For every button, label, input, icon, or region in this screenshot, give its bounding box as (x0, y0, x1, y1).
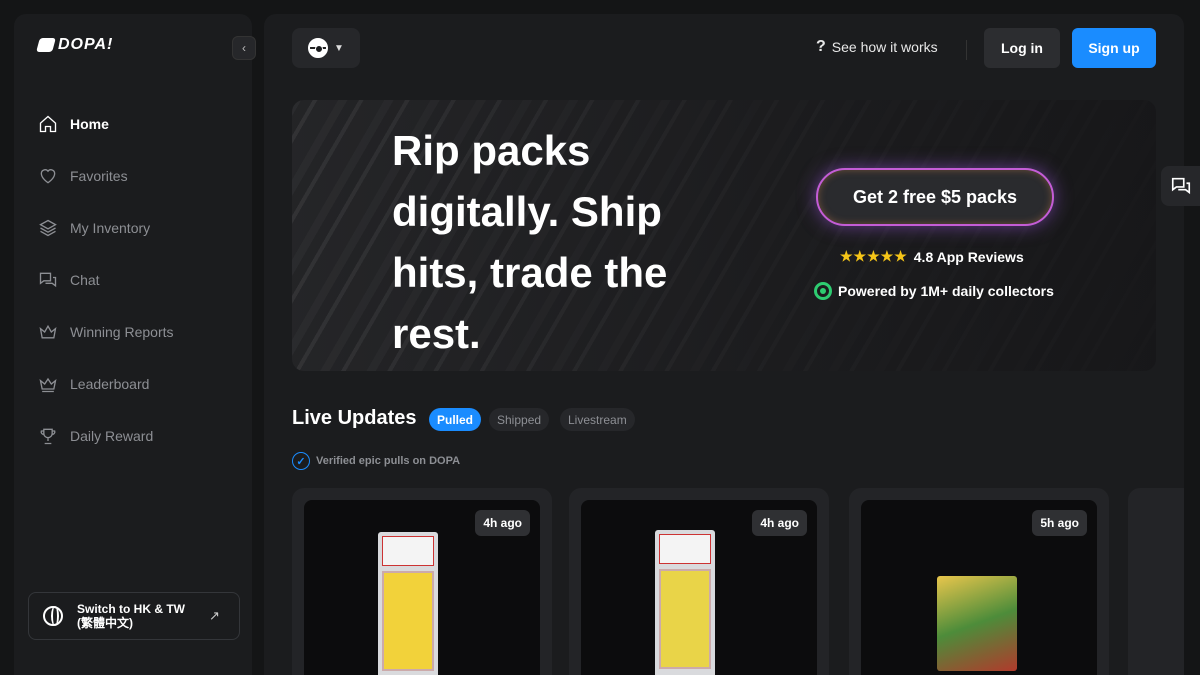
verified-note: ✓ Verified epic pulls on DOPA (292, 452, 460, 470)
chat-bubble-icon (1171, 177, 1191, 195)
sidebar-item-leaderboard[interactable]: Leaderboard (36, 358, 246, 410)
powered-by: Powered by 1M+ daily collectors (814, 282, 1054, 300)
powered-text: Powered by 1M+ daily collectors (838, 283, 1054, 299)
language-switch-line1: Switch to HK & TW (77, 602, 185, 616)
card-image-area: 4h ago (581, 500, 817, 675)
floating-chat-button[interactable] (1161, 166, 1200, 206)
language-switch-button[interactable]: Switch to HK & TW (繁體中文) ↗ (28, 592, 240, 640)
layers-icon (39, 219, 57, 237)
trophy-icon (40, 428, 56, 445)
card-image-area: 5h ago (861, 500, 1097, 675)
app-rating: ★★★★★ 4.8 App Reviews (840, 248, 1024, 265)
tab-shipped[interactable]: Shipped (489, 408, 550, 431)
sidebar-item-label: Daily Reward (70, 428, 154, 444)
globe-icon (43, 606, 63, 626)
card-image-area: 4h ago (304, 500, 540, 675)
login-button[interactable]: Log in (984, 28, 1060, 68)
top-bar: ▼ ? See how it works Log in Sign up (264, 14, 1184, 84)
signup-button[interactable]: Sign up (1072, 28, 1156, 68)
pull-card-partial[interactable] (1128, 488, 1184, 675)
sidebar-item-daily-reward[interactable]: Daily Reward (36, 410, 246, 462)
collapse-sidebar-button[interactable]: ‹ (232, 36, 256, 60)
pull-card[interactable]: 5h ago (849, 488, 1109, 675)
crown-icon (39, 377, 57, 393)
rating-text: 4.8 App Reviews (913, 248, 1024, 265)
booster-box-image (937, 576, 1017, 671)
brand-name: DOPA! (58, 36, 114, 53)
home-icon (39, 115, 57, 133)
sidebar-item-home[interactable]: Home (36, 98, 246, 150)
chat-icon (39, 272, 57, 288)
free-packs-cta-button[interactable]: Get 2 free $5 packs (816, 168, 1054, 226)
tab-pulled[interactable]: Pulled (429, 408, 482, 431)
sidebar-item-inventory[interactable]: My Inventory (36, 202, 246, 254)
sidebar-nav: Home Favorites My Inventory Chat Winning… (36, 98, 246, 462)
pull-card[interactable]: 4h ago (569, 488, 829, 675)
time-badge: 5h ago (1032, 510, 1087, 536)
sidebar-item-winning-reports[interactable]: Winning Reports (36, 306, 246, 358)
sidebar-item-label: Leaderboard (70, 376, 150, 392)
hero-headline: Rip packs digitally. Ship hits, trade th… (392, 127, 668, 357)
tab-livestream[interactable]: Livestream (560, 408, 635, 431)
hero-banner: Rip packs digitally. Ship hits, trade th… (292, 100, 1156, 371)
heart-icon (40, 169, 56, 184)
how-it-works-link[interactable]: ? See how it works (816, 38, 938, 56)
chevron-left-icon: ‹ (242, 41, 246, 55)
pokeball-icon (308, 38, 329, 58)
live-updates-title: Live Updates (292, 407, 417, 429)
dopa-logo[interactable]: DOPA! (36, 36, 114, 54)
pull-card[interactable]: 4h ago (292, 488, 552, 675)
arrow-up-right-icon: ↗ (209, 608, 220, 623)
sidebar-item-favorites[interactable]: Favorites (36, 150, 246, 202)
verified-text: Verified epic pulls on DOPA (316, 455, 461, 467)
language-switch-label: Switch to HK & TW (繁體中文) (77, 602, 195, 630)
crown-icon (39, 324, 57, 339)
sidebar: DOPA! Home Favorites My Inventory Chat W… (14, 14, 252, 675)
sidebar-item-label: Favorites (70, 168, 128, 184)
graded-card-image (378, 532, 438, 675)
time-badge: 4h ago (752, 510, 807, 536)
time-badge: 4h ago (475, 510, 530, 536)
language-switch-line2: (繁體中文) (77, 616, 133, 630)
sidebar-item-chat[interactable]: Chat (36, 254, 246, 306)
verified-check-icon: ✓ (292, 452, 310, 470)
star-rating-icon: ★★★★★ (840, 248, 908, 264)
divider (966, 40, 967, 60)
sidebar-item-label: My Inventory (70, 220, 151, 236)
game-selector[interactable]: ▼ (292, 28, 360, 68)
sidebar-item-label: Home (70, 116, 109, 132)
live-indicator-icon (814, 282, 832, 300)
sidebar-item-label: Winning Reports (70, 324, 174, 340)
question-icon: ? (816, 38, 826, 55)
chevron-down-icon: ▼ (334, 42, 344, 54)
graded-card-image (655, 530, 715, 675)
dopa-logo-mark-icon (36, 38, 56, 52)
main-content: ▼ ? See how it works Log in Sign up Rip … (264, 14, 1184, 675)
how-it-works-label: See how it works (831, 39, 938, 55)
sidebar-item-label: Chat (70, 272, 100, 288)
